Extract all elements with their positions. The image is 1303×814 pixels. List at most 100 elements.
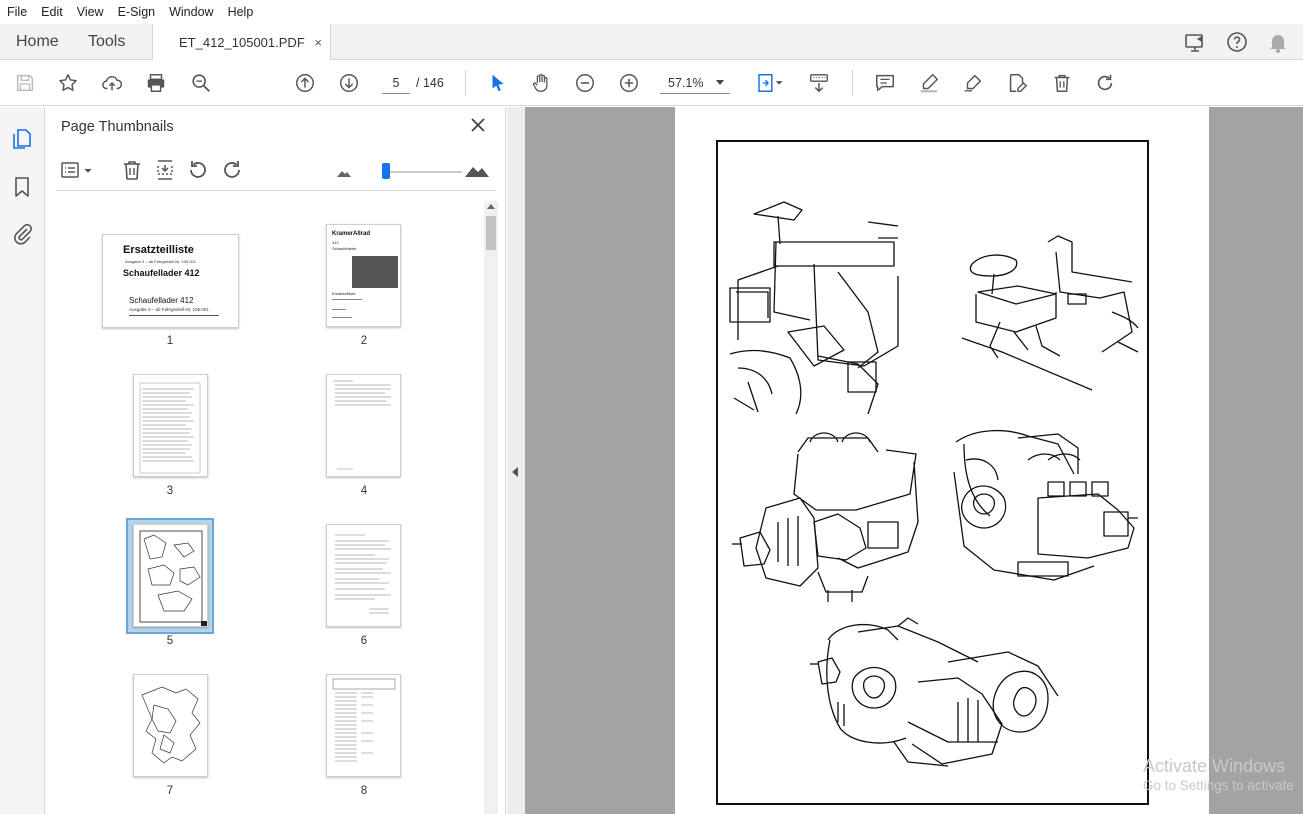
scroll-up-arrow-icon[interactable]: [487, 204, 495, 209]
edit-pdf-button[interactable]: [1004, 70, 1030, 96]
thumbnail-text-preview: [335, 534, 391, 614]
hand-tool-button[interactable]: [528, 70, 554, 96]
thumbnail-page-7[interactable]: [133, 674, 208, 777]
collapse-left-icon[interactable]: [512, 467, 518, 477]
cursor-arrow-icon: [492, 74, 504, 92]
zoom-out-button[interactable]: [572, 70, 598, 96]
thumbnail-toolbar: [56, 151, 496, 191]
scrollbar-thumb[interactable]: [486, 216, 496, 250]
thumbnail-label-5: 5: [166, 635, 174, 647]
trash-icon: [1054, 74, 1070, 92]
watermark-line-2: Go to Settings to activate: [1143, 778, 1294, 793]
thumbnail-drawings-preview: [139, 530, 203, 623]
thumbnail-table-preview: [332, 678, 396, 762]
menu-view[interactable]: View: [70, 5, 111, 19]
comment-icon: [876, 74, 894, 92]
pen-sign-icon: [964, 74, 982, 92]
share-screen-icon[interactable]: [1183, 30, 1207, 54]
thumbnail-page-3[interactable]: [133, 374, 208, 477]
extract-pages-icon[interactable]: [153, 158, 177, 182]
toolbar-divider: [465, 70, 466, 96]
plus-circle-icon: [620, 74, 638, 92]
thumbnail-text: Schaufellader 412: [129, 296, 194, 305]
thumbnail-page-5[interactable]: [133, 524, 208, 627]
page-thumbnails-panel: Page Thumbnails Ersatzteilliste Ausgabe …: [46, 107, 506, 814]
menu-help[interactable]: Help: [221, 5, 261, 19]
toolbar-divider: [852, 70, 853, 96]
thumbnail-page-1[interactable]: Ersatzteilliste Ausgabe 3 – ab Fahrgeste…: [102, 234, 239, 328]
panel-collapse-strip[interactable]: [507, 107, 525, 814]
panel-title: Page Thumbnails: [61, 119, 174, 135]
sign-button[interactable]: [960, 70, 986, 96]
small-thumbnail-mountain-icon[interactable]: [336, 164, 352, 180]
highlight-button[interactable]: [916, 70, 942, 96]
save-icon: [16, 74, 34, 92]
options-menu-icon[interactable]: [60, 158, 96, 182]
menu-edit[interactable]: Edit: [34, 5, 70, 19]
notifications-bell-icon[interactable]: [1266, 30, 1290, 54]
thumbnail-title: Ersatzteilliste: [123, 244, 194, 256]
zoom-in-button[interactable]: [616, 70, 642, 96]
menu-window[interactable]: Window: [162, 5, 220, 19]
thumbnail-brand: KramerAllrad: [332, 231, 371, 237]
page-display-button[interactable]: [752, 70, 788, 96]
thumbnail-page-4[interactable]: [326, 374, 401, 477]
comment-button[interactable]: [872, 70, 898, 96]
cloud-upload-icon: [102, 75, 123, 91]
find-button[interactable]: [188, 70, 214, 96]
bookmark-star-button[interactable]: [55, 70, 81, 96]
thumbnail-page-8[interactable]: [326, 674, 401, 777]
bookmarks-icon[interactable]: [10, 175, 34, 199]
next-page-button[interactable]: [336, 70, 362, 96]
page-total: / 146: [416, 76, 444, 90]
delete-pages-trash-icon[interactable]: [120, 158, 144, 182]
save-button[interactable]: [12, 70, 38, 96]
print-button[interactable]: [143, 70, 169, 96]
upload-button[interactable]: [99, 70, 125, 96]
thumbnails-scrollbar[interactable]: [484, 201, 498, 814]
scroll-mode-button[interactable]: [806, 70, 832, 96]
tab-document[interactable]: ET_412_105001.PDF ×: [152, 24, 331, 61]
thumbnail-diagram-preview: [141, 686, 201, 764]
thumbnail-size-slider[interactable]: [382, 163, 390, 179]
thumbnail-text: Ausgabe 3 – ab Fahrgestell-Nr. 105.001: [125, 259, 196, 264]
fit-page-icon: [758, 74, 783, 92]
thumbnail-label-7: 7: [166, 785, 174, 797]
thumbnail-text: 412: [332, 240, 339, 245]
attachments-paperclip-icon[interactable]: [10, 221, 34, 245]
previous-page-button[interactable]: [292, 70, 318, 96]
thumbnail-page-2[interactable]: KramerAllrad 412 Schaufellader Ersatztei…: [326, 224, 401, 327]
page-number-input[interactable]: 5: [382, 73, 410, 94]
page-border-frame: [716, 140, 1149, 805]
delete-button[interactable]: [1049, 70, 1075, 96]
thumbnail-label-8: 8: [360, 785, 368, 797]
rotate-counterclockwise-icon[interactable]: [186, 158, 210, 182]
thumbnail-text: Schaufellader 412: [123, 268, 200, 278]
page-thumbnails-icon[interactable]: [10, 127, 34, 151]
menu-esign[interactable]: E-Sign: [111, 5, 163, 19]
rotate-button[interactable]: [1092, 70, 1118, 96]
search-zoom-icon: [192, 74, 210, 92]
close-panel-icon[interactable]: [470, 117, 486, 133]
select-tool-button[interactable]: [485, 70, 511, 96]
menu-file[interactable]: File: [0, 5, 34, 19]
large-thumbnail-mountain-icon[interactable]: [464, 158, 490, 182]
thumbnails-list: Ersatzteilliste Ausgabe 3 – ab Fahrgeste…: [56, 201, 484, 814]
thumbnail-label-1: 1: [166, 335, 174, 347]
zoom-level-select[interactable]: 57.1%: [660, 73, 730, 94]
thumbnail-text: Ersatzteilliste: [332, 291, 356, 296]
tab-tools[interactable]: Tools: [88, 33, 125, 51]
rotate-clockwise-icon[interactable]: [220, 158, 244, 182]
watermark-line-1: Activate Windows: [1143, 756, 1286, 776]
arrow-up-circle-icon: [296, 74, 314, 92]
thumbnail-table-preview: [333, 380, 391, 470]
thumbnail-page-6[interactable]: [326, 524, 401, 627]
keyboard-scroll-icon: [810, 74, 828, 93]
document-viewer[interactable]: [525, 107, 1303, 814]
thumbnail-label-6: 6: [360, 635, 368, 647]
tab-home[interactable]: Home: [16, 33, 59, 51]
highlighter-icon: [920, 74, 938, 93]
help-icon[interactable]: [1225, 30, 1249, 54]
menu-bar: File Edit View E-Sign Window Help: [0, 0, 1303, 24]
close-tab-icon[interactable]: ×: [314, 35, 322, 50]
